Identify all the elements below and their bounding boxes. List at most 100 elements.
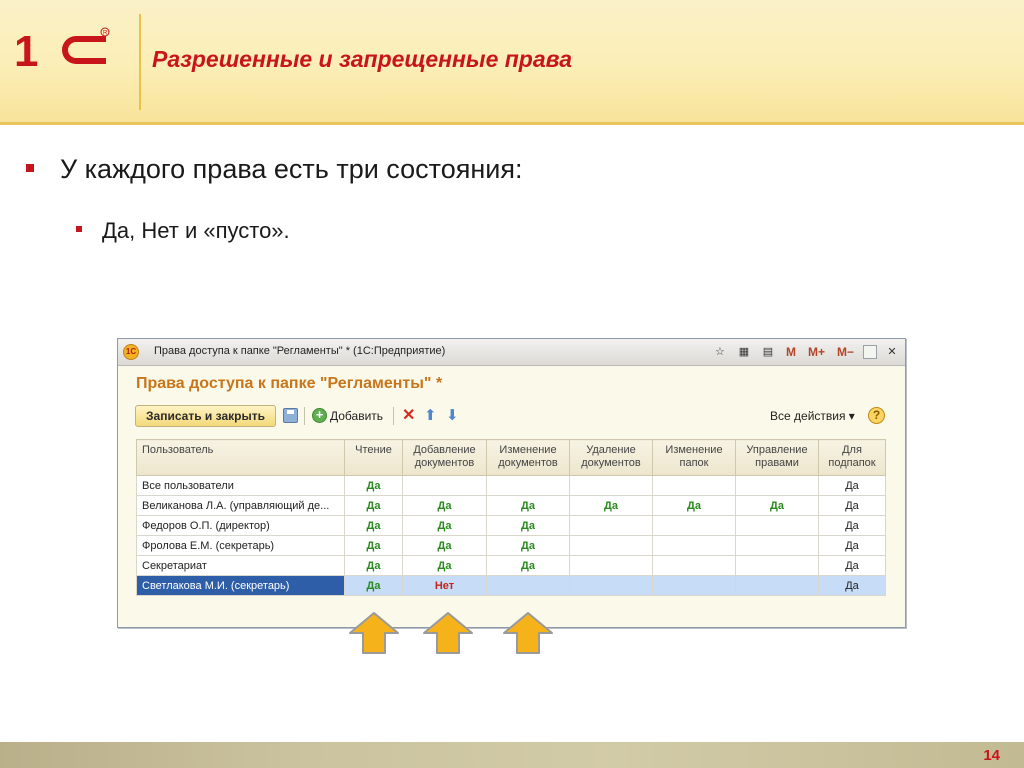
- right-cell[interactable]: Да: [344, 475, 403, 496]
- header-divider: [0, 122, 1024, 125]
- move-up-icon[interactable]: ⬆: [424, 406, 437, 424]
- user-cell[interactable]: Все пользователи: [136, 475, 345, 496]
- move-down-icon[interactable]: ⬇: [446, 406, 459, 424]
- 1c-app-icon: 1С: [123, 344, 139, 360]
- column-header-read[interactable]: Чтение: [344, 439, 403, 476]
- right-cell[interactable]: [569, 515, 653, 536]
- memory-minus-button[interactable]: M−: [834, 343, 857, 361]
- user-cell[interactable]: Федоров О.П. (директор): [136, 515, 345, 536]
- right-cell[interactable]: Да: [818, 475, 886, 496]
- memory-button[interactable]: M: [783, 343, 799, 361]
- right-cell[interactable]: [735, 475, 819, 496]
- table-row[interactable]: Фролова Е.М. (секретарь) Да Да Да Да: [136, 535, 886, 556]
- right-cell[interactable]: [652, 535, 736, 556]
- form-title: Права доступа к папке "Регламенты" *: [136, 375, 443, 392]
- svg-text:R: R: [103, 31, 108, 37]
- slide-title: Разрешенные и запрещенные права: [152, 46, 573, 72]
- column-header-user[interactable]: Пользователь: [136, 439, 345, 476]
- right-cell[interactable]: [735, 575, 819, 596]
- delete-icon[interactable]: ✕: [402, 405, 415, 425]
- right-cell[interactable]: [735, 515, 819, 536]
- right-cell[interactable]: [569, 555, 653, 576]
- form-toolbar: Записать и закрыть + Добавить ✕ ⬆ ⬇ Все …: [135, 405, 887, 429]
- table-row[interactable]: Великанова Л.А. (управляющий де... Да Да Да…: [136, 495, 886, 516]
- right-cell[interactable]: [652, 575, 736, 596]
- right-cell[interactable]: [652, 475, 736, 496]
- right-cell[interactable]: [569, 475, 653, 496]
- right-cell[interactable]: Да: [344, 555, 403, 576]
- rights-table: Пользователь Чтение Добавление документо…: [136, 439, 886, 596]
- right-cell[interactable]: Да: [569, 495, 653, 516]
- titlebar-buttons: ☆ ▦ ▤ M M+ M− ✕: [705, 343, 901, 361]
- user-cell[interactable]: Секретариат: [136, 555, 345, 576]
- right-cell[interactable]: [486, 475, 570, 496]
- right-cell[interactable]: Да: [402, 515, 487, 536]
- right-cell[interactable]: Да: [818, 555, 886, 576]
- table-row[interactable]: Секретариат Да Да Да Да: [136, 555, 886, 576]
- right-cell[interactable]: [569, 535, 653, 556]
- table-row[interactable]: Все пользователи Да Да: [136, 475, 886, 496]
- 1c-logo: 1 R: [14, 27, 110, 74]
- maximize-icon[interactable]: [863, 345, 877, 359]
- right-cell[interactable]: Да: [344, 535, 403, 556]
- page-number: 14: [983, 747, 1000, 764]
- add-icon[interactable]: +: [312, 408, 327, 423]
- up-arrow-icon: [423, 612, 473, 654]
- window-title: Права доступа к папке "Регламенты" * (1С…: [154, 345, 446, 357]
- right-cell[interactable]: Да: [402, 555, 487, 576]
- right-cell[interactable]: [735, 535, 819, 556]
- save-and-close-button[interactable]: Записать и закрыть: [135, 405, 276, 427]
- bullet-level2: Да, Нет и «пусто».: [76, 218, 290, 244]
- close-icon[interactable]: ✕: [883, 343, 901, 361]
- right-cell[interactable]: [652, 555, 736, 576]
- right-cell[interactable]: Да: [818, 495, 886, 516]
- right-cell[interactable]: Да: [486, 495, 570, 516]
- right-cell[interactable]: [402, 475, 487, 496]
- column-header-manage-rights[interactable]: Управление правами: [735, 439, 819, 476]
- table-row[interactable]: Светлакова М.И. (секретарь) Да Нет Да: [136, 575, 886, 596]
- right-cell[interactable]: Да: [344, 495, 403, 516]
- right-cell[interactable]: Да: [486, 535, 570, 556]
- window-titlebar: 1С Права доступа к папке "Регламенты" * …: [118, 339, 905, 366]
- column-header-add-docs[interactable]: Добавление документов: [402, 439, 487, 476]
- column-header-delete-docs[interactable]: Удаление документов: [569, 439, 653, 476]
- calculator-icon[interactable]: ▦: [735, 343, 753, 361]
- favorites-icon[interactable]: ☆: [711, 343, 729, 361]
- column-header-edit-docs[interactable]: Изменение документов: [486, 439, 570, 476]
- right-cell[interactable]: Нет: [402, 575, 487, 596]
- app-window: 1С Права доступа к папке "Регламенты" * …: [117, 338, 906, 628]
- right-cell[interactable]: Да: [486, 555, 570, 576]
- add-button-label[interactable]: Добавить: [330, 409, 383, 423]
- right-cell[interactable]: [569, 575, 653, 596]
- column-header-subfolders[interactable]: Для подпапок: [818, 439, 886, 476]
- bullet-level1: У каждого права есть три состояния:: [26, 154, 522, 185]
- save-icon[interactable]: [283, 408, 298, 423]
- slide-footer: 14: [0, 742, 1024, 768]
- bullet-marker: [76, 226, 82, 233]
- user-cell[interactable]: Фролова Е.М. (секретарь): [136, 535, 345, 556]
- right-cell[interactable]: Да: [818, 575, 886, 596]
- help-icon[interactable]: ?: [868, 407, 885, 424]
- toolbar-separator: [393, 407, 394, 425]
- user-cell[interactable]: Светлакова М.И. (секретарь): [136, 575, 345, 596]
- right-cell[interactable]: Да: [402, 495, 487, 516]
- right-cell[interactable]: Да: [486, 515, 570, 536]
- up-arrow-icon: [349, 612, 399, 654]
- user-cell[interactable]: Великанова Л.А. (управляющий де...: [136, 495, 345, 516]
- right-cell[interactable]: Да: [402, 535, 487, 556]
- right-cell[interactable]: Да: [818, 515, 886, 536]
- right-cell[interactable]: [735, 555, 819, 576]
- right-cell[interactable]: [486, 575, 570, 596]
- right-cell[interactable]: Да: [344, 515, 403, 536]
- right-cell[interactable]: Да: [735, 495, 819, 516]
- right-cell[interactable]: Да: [652, 495, 736, 516]
- right-cell[interactable]: Да: [344, 575, 403, 596]
- right-cell[interactable]: [652, 515, 736, 536]
- calendar-icon[interactable]: ▤: [759, 343, 777, 361]
- table-row[interactable]: Федоров О.П. (директор) Да Да Да Да: [136, 515, 886, 536]
- all-actions-menu[interactable]: Все действия ▾: [770, 409, 855, 423]
- table-header: Пользователь Чтение Добавление документо…: [136, 439, 886, 476]
- memory-plus-button[interactable]: M+: [805, 343, 828, 361]
- column-header-edit-folders[interactable]: Изменение папок: [652, 439, 736, 476]
- right-cell[interactable]: Да: [818, 535, 886, 556]
